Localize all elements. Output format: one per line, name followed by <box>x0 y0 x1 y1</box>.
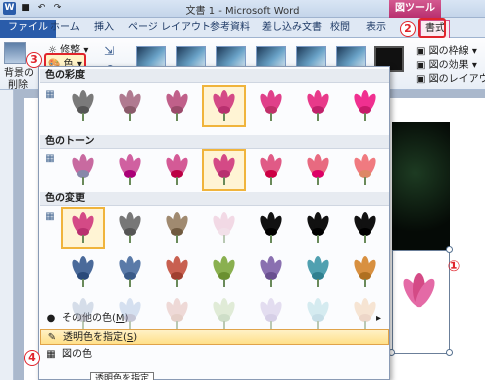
saturation-option[interactable] <box>155 85 199 127</box>
tab-mailings[interactable]: 差し込み文書 <box>258 20 326 38</box>
section-saturation-header: 色の彩度 <box>40 69 389 83</box>
recolor-option[interactable] <box>155 251 199 293</box>
tab-home[interactable]: ホーム <box>46 20 84 38</box>
tab-insert[interactable]: 挿入 <box>90 20 118 38</box>
pen-icon: ✎ <box>47 332 57 343</box>
recolor-option[interactable] <box>155 293 199 335</box>
picture-layout-button[interactable]: ▣ 図のレイアウト <box>416 70 485 85</box>
picture-color-icon: ▦ <box>46 349 56 360</box>
remove-background-icon[interactable] <box>4 42 26 64</box>
picture-effects-button[interactable]: ▣ 図の効果 ▾ <box>416 56 477 71</box>
recolor-option[interactable] <box>296 293 340 335</box>
recolor-option[interactable] <box>108 207 152 249</box>
tone-option[interactable] <box>108 149 152 191</box>
inserted-picture-dark[interactable] <box>392 122 450 250</box>
recolor-option[interactable] <box>61 251 105 293</box>
tone-option[interactable] <box>249 149 293 191</box>
tooltip-set-transparent: 透明色を指定 <box>90 372 155 380</box>
recolor-option[interactable] <box>343 207 387 249</box>
resize-handle[interactable] <box>446 246 453 253</box>
tone-option[interactable] <box>296 149 340 191</box>
recolor-option[interactable] <box>155 207 199 249</box>
recolor-icon: ▦ <box>45 211 55 222</box>
tone-option[interactable] <box>202 149 246 191</box>
recolor-option[interactable] <box>249 207 293 249</box>
callout-1: ① <box>447 257 461 275</box>
tone-option[interactable] <box>155 149 199 191</box>
format-tab-highlight <box>418 18 446 38</box>
resize-handle[interactable] <box>446 349 453 356</box>
palette-icon: ● <box>46 313 56 324</box>
tab-review[interactable]: 校閲 <box>326 20 354 38</box>
layout-icon: ▣ <box>416 74 426 85</box>
picture-color-label: 図の色 <box>62 349 92 360</box>
recolor-option[interactable] <box>343 293 387 335</box>
section-tone-header: 色のトーン <box>40 135 389 149</box>
recolor-option[interactable] <box>61 293 105 335</box>
tab-page-layout[interactable]: ページ レイアウト <box>124 20 215 38</box>
saturation-option[interactable] <box>61 85 105 127</box>
recolor-option[interactable] <box>108 293 152 335</box>
saturation-option[interactable] <box>202 85 246 127</box>
saturation-option[interactable] <box>343 85 387 127</box>
tone-option[interactable] <box>61 149 105 191</box>
saturation-option[interactable] <box>296 85 340 127</box>
selected-picture[interactable] <box>392 250 450 354</box>
recolor-option[interactable] <box>108 251 152 293</box>
flower-picture-icon <box>403 273 435 308</box>
recolor-option[interactable] <box>249 251 293 293</box>
tab-references[interactable]: 参考資料 <box>206 20 254 38</box>
title-bar: W ■ ↶ ↷ 文書 1 - Microsoft Word 図ツール <box>0 0 485 18</box>
recolor-option[interactable] <box>249 293 293 335</box>
callout-4: 4 <box>24 350 40 366</box>
recolor-option[interactable] <box>202 207 246 249</box>
vertical-ruler <box>0 90 14 380</box>
tone-icon: ▦ <box>45 153 55 164</box>
tone-option[interactable] <box>343 149 387 191</box>
recolor-option[interactable] <box>296 207 340 249</box>
picture-color-options-menu-item[interactable]: ▦ 図の色 <box>40 347 389 363</box>
tab-view[interactable]: 表示 <box>362 20 390 38</box>
callout-3: 3 <box>26 52 42 68</box>
picture-tools-context-title: 図ツール <box>389 0 441 18</box>
saturation-option[interactable] <box>249 85 293 127</box>
callout-2: 2 <box>400 21 416 37</box>
picture-border-button[interactable]: ▣ 図の枠線 ▾ <box>416 42 477 57</box>
recolor-option[interactable] <box>296 251 340 293</box>
saturation-icon: ▦ <box>45 89 55 100</box>
remove-background-label-2: 削除 <box>8 80 28 91</box>
compress-pictures-icon[interactable]: ⇲ <box>104 44 114 58</box>
recolor-option[interactable] <box>202 293 246 335</box>
section-recolor-header: 色の変更 <box>40 192 389 206</box>
picture-layout-label: 図のレイアウト <box>428 74 485 85</box>
color-dropdown-panel: 色の彩度 ▦ 色のトーン ▦ 色の変更 ▦ ● その他の色(M) ▸ ✎ 透明色… <box>38 66 390 380</box>
recolor-option[interactable] <box>343 251 387 293</box>
saturation-option[interactable] <box>108 85 152 127</box>
recolor-option[interactable] <box>61 207 105 249</box>
recolor-option[interactable] <box>202 251 246 293</box>
